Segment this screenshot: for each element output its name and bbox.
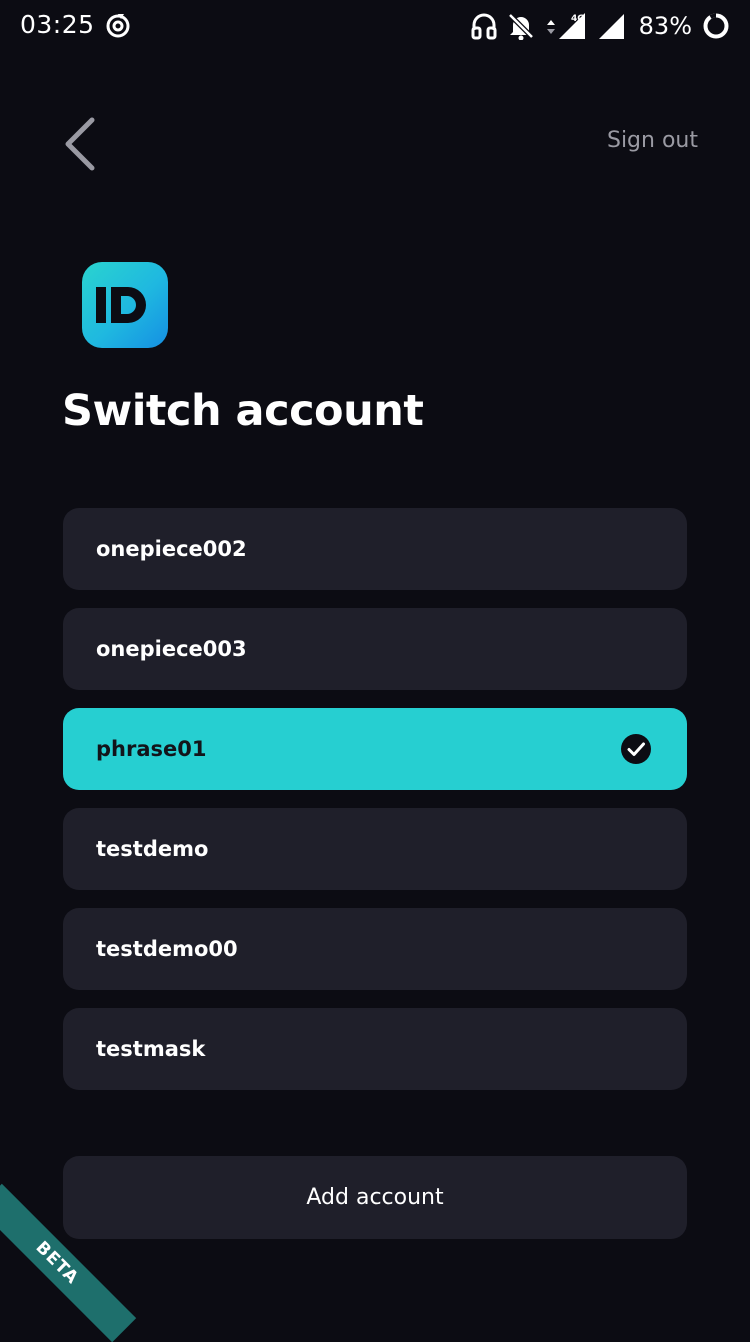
account-label: testdemo — [96, 837, 209, 861]
id-logo-mark — [96, 287, 146, 323]
account-item-phrase01[interactable]: phrase01 — [63, 708, 687, 790]
sync-icon — [106, 14, 130, 38]
account-item-testdemo00[interactable]: testdemo00 — [63, 908, 687, 990]
signal-icon: 4G — [558, 13, 585, 39]
network-type-label: 4G — [571, 14, 585, 24]
account-label: onepiece002 — [96, 537, 247, 561]
status-bar: 03:25 4G 83% — [0, 0, 750, 52]
check-circle-icon — [621, 734, 651, 764]
status-time: 03:25 — [20, 10, 95, 39]
sign-out-link[interactable]: Sign out — [607, 128, 698, 153]
status-icons: 4G 83% — [461, 8, 730, 44]
account-label: testdemo00 — [96, 937, 238, 961]
account-item-onepiece002[interactable]: onepiece002 — [63, 508, 687, 590]
signal-icon — [598, 14, 624, 39]
chevron-left-icon — [65, 117, 95, 171]
id-logo-icon — [82, 262, 168, 348]
back-button[interactable] — [52, 112, 108, 176]
account-item-testmask[interactable]: testmask — [63, 1008, 687, 1090]
account-item-testdemo[interactable]: testdemo — [63, 808, 687, 890]
bell-off-icon — [507, 13, 534, 40]
headphones-icon — [471, 13, 497, 40]
add-account-label: Add account — [306, 1185, 444, 1210]
battery-ring-icon — [703, 13, 729, 39]
battery-percent: 83% — [638, 12, 692, 40]
page-title: Switch account — [62, 386, 424, 436]
data-arrows-icon — [546, 20, 555, 34]
account-label: onepiece003 — [96, 637, 247, 661]
beta-label: BETA — [31, 1237, 83, 1289]
account-label: phrase01 — [96, 737, 207, 761]
account-label: testmask — [96, 1037, 206, 1061]
account-list: onepiece002 onepiece003 phrase01 testdem… — [63, 508, 687, 1108]
add-account-button[interactable]: Add account — [63, 1156, 687, 1239]
account-item-onepiece003[interactable]: onepiece003 — [63, 608, 687, 690]
